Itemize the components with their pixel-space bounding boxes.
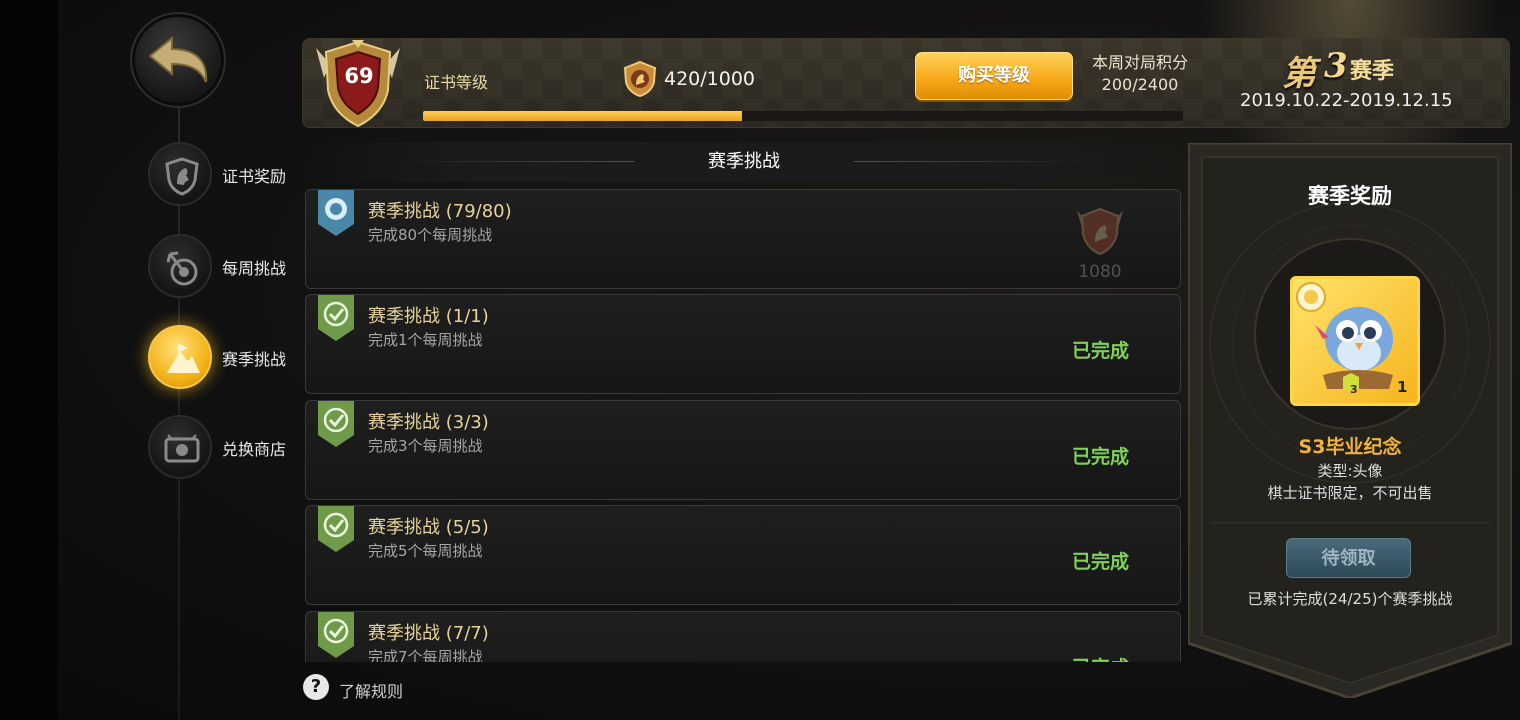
check-flag-icon — [318, 401, 354, 447]
challenge-row[interactable]: 赛季挑战 (5/5) 完成5个每周挑战 已完成 — [305, 505, 1181, 605]
claim-button[interactable]: 待领取 — [1286, 538, 1411, 578]
left-shade — [0, 0, 58, 720]
challenge-desc: 完成5个每周挑战 — [368, 542, 483, 560]
nav-item-weekly-challenge[interactable]: 每周挑战 — [148, 234, 308, 298]
card-level: 1 — [1397, 378, 1408, 396]
season-prefix: 第 — [1282, 54, 1316, 94]
check-flag-icon — [318, 612, 354, 658]
nav-label: 赛季挑战 — [222, 350, 287, 369]
xp-progress-bar — [423, 111, 1183, 121]
reward-amount: 1080 — [1078, 262, 1122, 282]
level-number: 69 — [344, 64, 374, 88]
season-suffix: 赛季 — [1350, 59, 1395, 84]
xp-progress-fill — [423, 111, 743, 121]
challenge-title: 赛季挑战 (1/1) — [368, 306, 489, 327]
avatar-reward-card[interactable]: 3 1 — [1290, 276, 1420, 406]
cert-level-label: 证书等级 — [424, 73, 489, 92]
xp-badge-icon — [623, 60, 657, 98]
shield-horse-icon — [148, 142, 212, 206]
help-icon[interactable]: ? — [303, 674, 329, 700]
challenge-row[interactable]: 赛季挑战 (7/7) 完成7个每周挑战 已完成 — [305, 611, 1181, 662]
challenge-desc: 完成80个每周挑战 — [368, 226, 493, 244]
challenge-row[interactable]: 赛季挑战 (1/1) 完成1个每周挑战 已完成 — [305, 294, 1181, 394]
weekly-points-value: 200/2400 — [1101, 75, 1179, 94]
shop-ticket-icon — [148, 415, 212, 479]
season-number: 3 — [1324, 46, 1348, 86]
screen: 证书奖励 每周挑战 赛季挑战 兑换商店 69 证书等级 420/1000 购买等… — [0, 0, 1520, 720]
reward-item-limit: 棋士证书限定，不可出售 — [1267, 484, 1433, 502]
challenge-desc: 完成1个每周挑战 — [368, 331, 483, 349]
buy-level-button[interactable]: 购买等级 — [915, 52, 1073, 100]
nav-item-season-challenge[interactable]: 赛季挑战 — [148, 325, 308, 389]
challenge-title: 赛季挑战 (79/80) — [368, 201, 512, 222]
reward-item-type: 类型:头像 — [1317, 462, 1383, 480]
completed-label: 已完成 — [1072, 446, 1130, 468]
season-dates: 2019.10.22-2019.12.15 — [1240, 90, 1453, 111]
challenge-reward: 1080 — [1066, 206, 1134, 282]
nav-label: 兑换商店 — [222, 440, 287, 459]
back-arrow-icon — [148, 36, 208, 83]
reward-item-name: S3毕业纪念 — [1298, 436, 1402, 458]
target-dart-icon — [148, 234, 212, 298]
nav-label: 每周挑战 — [222, 259, 287, 278]
nav-item-exchange-shop[interactable]: 兑换商店 — [148, 415, 308, 479]
nav-label: 证书奖励 — [222, 167, 287, 186]
reward-badge-icon — [1077, 207, 1123, 256]
ornament-left — [394, 161, 634, 162]
challenge-title: 赛季挑战 (3/3) — [368, 412, 489, 433]
challenge-title: 赛季挑战 (5/5) — [368, 517, 489, 538]
xp-value: 420/1000 — [664, 68, 756, 90]
weekly-points-label: 本周对局积分 — [1091, 53, 1188, 72]
card-star-level: 3 — [1350, 383, 1358, 396]
challenge-row[interactable]: 赛季挑战 (3/3) 完成3个每周挑战 已完成 — [305, 400, 1181, 500]
completed-label: 已完成 — [1072, 340, 1130, 362]
reward-panel-title: 赛季奖励 — [1308, 184, 1392, 208]
flag-mountain-icon — [148, 325, 212, 389]
check-flag-icon — [318, 506, 354, 552]
weekly-points: 本周对局积分 200/2400 — [1088, 52, 1192, 96]
challenge-desc: 完成3个每周挑战 — [368, 437, 483, 455]
challenge-row[interactable]: 赛季挑战 (79/80) 完成80个每周挑战 1080 — [305, 189, 1181, 289]
challenge-list[interactable]: 赛季挑战 (79/80) 完成80个每周挑战 1080 赛季挑战 (1/1) 完… — [304, 188, 1182, 662]
back-button[interactable] — [130, 12, 226, 108]
completed-label: 已完成 — [1072, 551, 1130, 573]
progress-flag-icon — [318, 190, 354, 236]
nav-item-cert-rewards[interactable]: 证书奖励 — [148, 142, 308, 206]
check-flag-icon — [318, 295, 354, 341]
rules-link[interactable]: 了解规则 — [339, 678, 403, 702]
section-title: 赛季挑战 — [708, 151, 780, 172]
ornament-right — [854, 161, 1094, 162]
challenge-title: 赛季挑战 (7/7) — [368, 623, 489, 644]
season-challenge-progress: 已累计完成(24/25)个赛季挑战 — [1247, 590, 1453, 608]
challenge-desc: 完成7个每周挑战 — [368, 648, 483, 662]
completed-label: 已完成 — [1072, 653, 1129, 662]
season-title: 第 3 赛季 — [1262, 44, 1472, 94]
section-header: 赛季挑战 — [304, 142, 1184, 182]
